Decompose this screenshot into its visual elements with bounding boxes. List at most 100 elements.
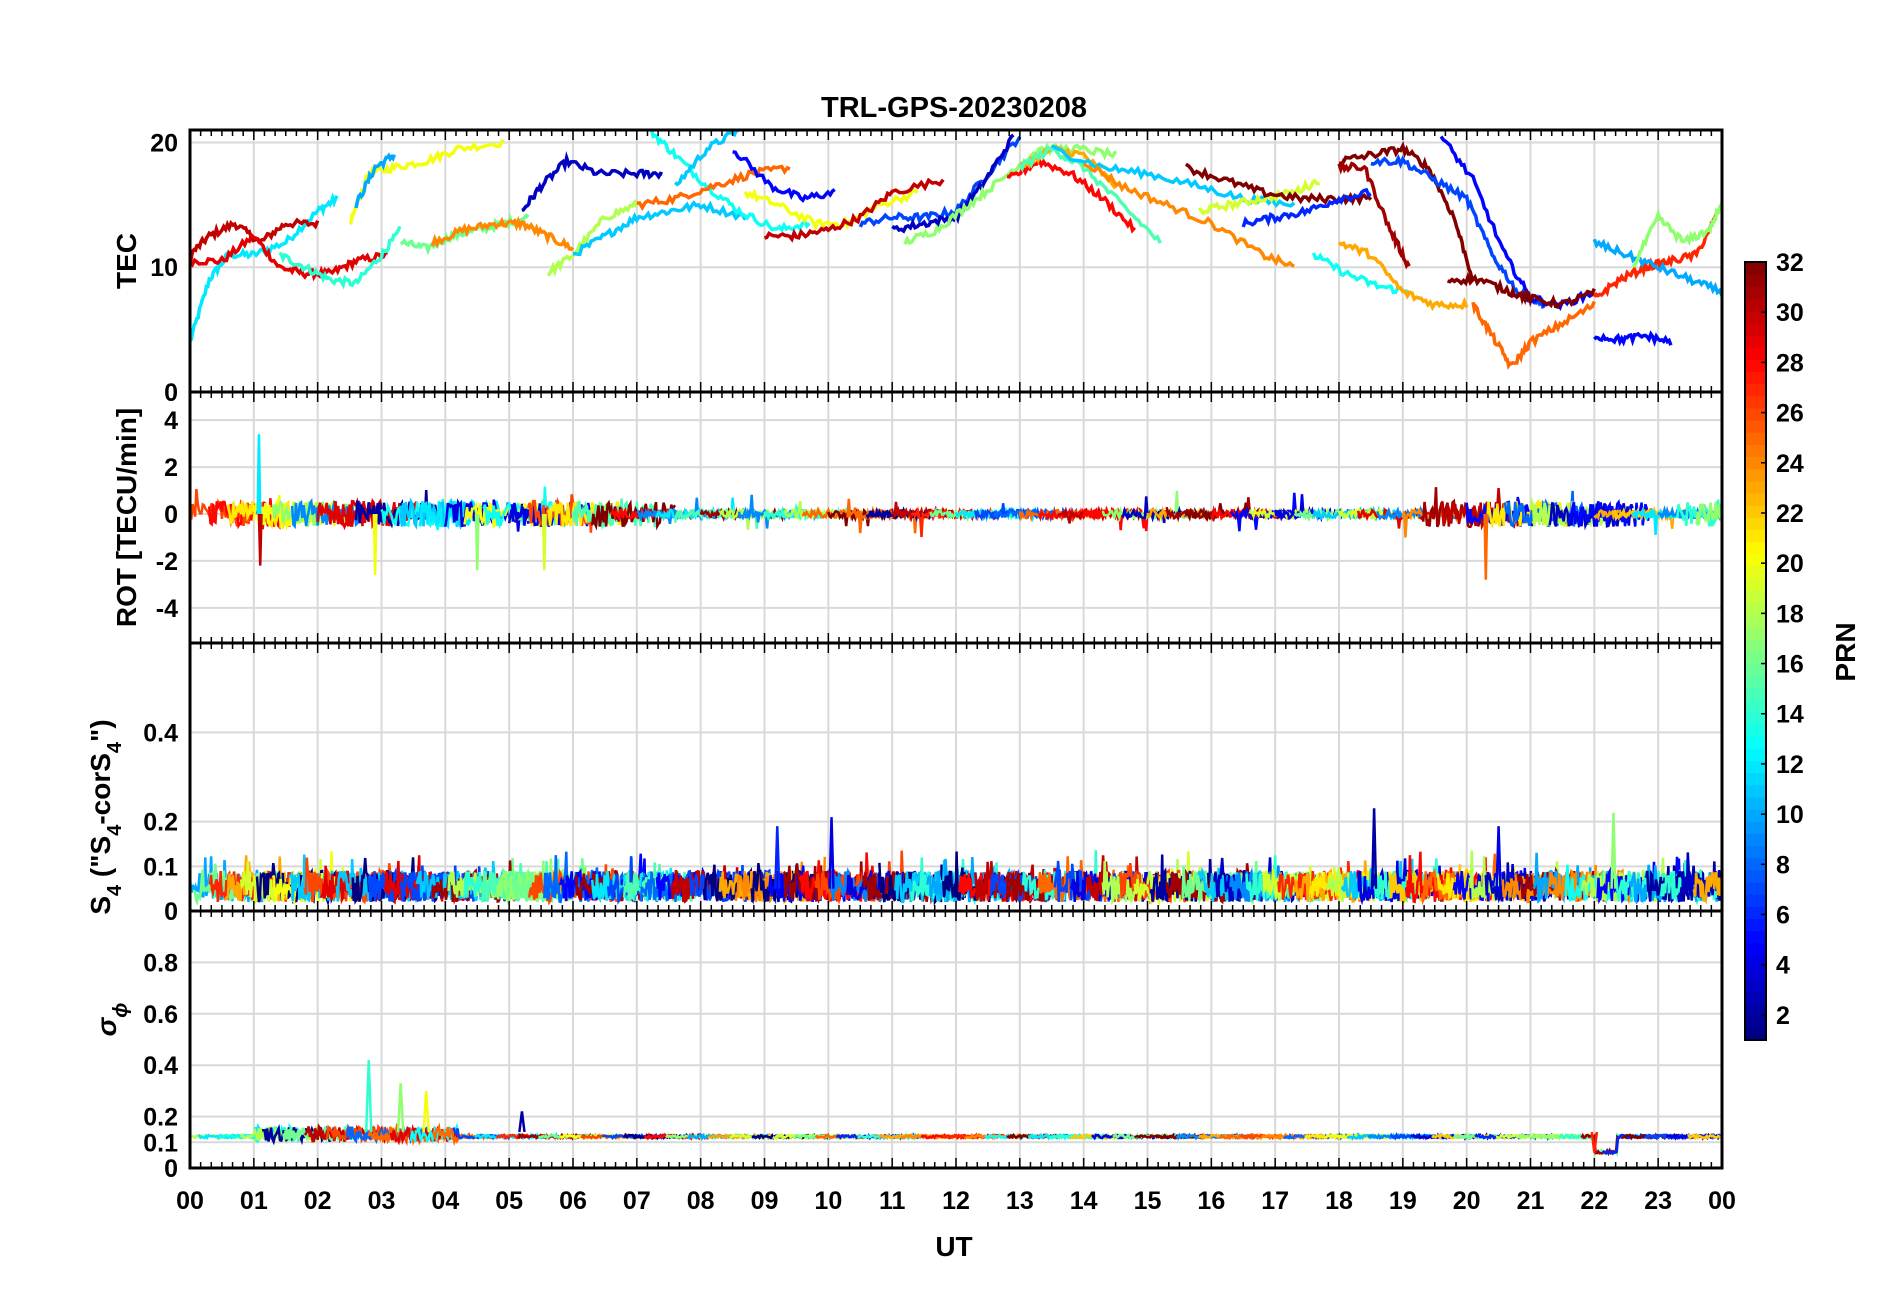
colorbar-segment xyxy=(1745,906,1766,920)
colorbar-segment xyxy=(1745,918,1766,932)
colorbar-tick-label: 2 xyxy=(1776,1002,1790,1030)
x-tick-label: 23 xyxy=(1644,1187,1672,1215)
colorbar-segment xyxy=(1745,371,1766,385)
x-tick-label: 18 xyxy=(1325,1187,1353,1215)
colorbar-segment xyxy=(1745,869,1766,883)
colorbar-tick-label: 18 xyxy=(1776,600,1804,628)
y-tick-label: 0 xyxy=(164,501,178,529)
x-axis-label: UT xyxy=(935,1231,972,1262)
colorbar-segment xyxy=(1745,881,1766,895)
colorbar-segment xyxy=(1745,651,1766,664)
colorbar-segment xyxy=(1745,262,1766,275)
colorbar-segment xyxy=(1745,1027,1766,1041)
x-tick-label: 13 xyxy=(1006,1187,1034,1215)
colorbar-segment xyxy=(1745,444,1766,458)
colorbar-segment xyxy=(1745,687,1766,701)
x-tick-label: 01 xyxy=(240,1187,268,1215)
colorbar-segment xyxy=(1745,322,1766,336)
colorbar-segment xyxy=(1745,274,1766,287)
colorbar-segment xyxy=(1745,614,1766,628)
colorbar-segment xyxy=(1745,407,1766,421)
colorbar-tick-label: 10 xyxy=(1776,801,1804,829)
colorbar-segment xyxy=(1745,347,1766,360)
colorbar-tick-label: 16 xyxy=(1776,651,1804,679)
y-axis-label-rot: ROT [TECU/min] xyxy=(111,408,142,627)
colorbar-segment xyxy=(1745,359,1766,373)
colorbar-segment xyxy=(1745,967,1766,980)
rot-spike xyxy=(541,513,547,571)
colorbar-tick-label: 6 xyxy=(1776,902,1790,930)
colorbar-tick-label: 22 xyxy=(1776,500,1804,528)
y-tick-label: 10 xyxy=(150,254,178,282)
colorbar-tick-label: 26 xyxy=(1776,400,1804,428)
figure-title: TRL-GPS-20230208 xyxy=(821,92,1087,124)
x-tick-label: 12 xyxy=(942,1187,970,1215)
y-tick-label: -2 xyxy=(156,548,178,576)
colorbar-segment xyxy=(1745,723,1766,737)
colorbar-segment xyxy=(1745,954,1766,968)
colorbar-segment xyxy=(1745,541,1766,555)
x-tick-label: 22 xyxy=(1580,1187,1608,1215)
colorbar-segment xyxy=(1745,590,1766,603)
x-tick-label: 20 xyxy=(1453,1187,1481,1215)
colorbar-segment xyxy=(1745,383,1766,397)
x-tick-label: 17 xyxy=(1261,1187,1289,1215)
colorbar-segment xyxy=(1745,334,1766,348)
y-tick-label: 0.8 xyxy=(143,949,178,977)
colorbar-tick-label: 14 xyxy=(1776,701,1804,729)
y-tick-label: 0.2 xyxy=(143,809,178,837)
rot-spike xyxy=(1483,513,1489,580)
colorbar-segment xyxy=(1745,772,1766,786)
colorbar-segment xyxy=(1745,979,1766,992)
colorbar-tick-label: 4 xyxy=(1776,952,1790,980)
colorbar-tick-label: 24 xyxy=(1776,450,1804,478)
colorbar-segment xyxy=(1745,736,1766,749)
x-tick-label: 05 xyxy=(495,1187,523,1215)
y-tick-label: 0 xyxy=(164,898,178,926)
colorbar-segment xyxy=(1745,1015,1766,1029)
rot-spike xyxy=(372,513,378,575)
x-tick-label: 21 xyxy=(1517,1187,1545,1215)
y-tick-label: 0.1 xyxy=(143,853,178,881)
colorbar-segment xyxy=(1745,626,1766,640)
colorbar-segment xyxy=(1745,833,1766,847)
x-tick-label: 00 xyxy=(176,1187,204,1215)
y-tick-label: 20 xyxy=(150,129,178,157)
colorbar-tick-label: 12 xyxy=(1776,751,1804,779)
x-tick-label: 09 xyxy=(751,1187,779,1215)
colorbar-segment xyxy=(1745,991,1766,1005)
rot-spike xyxy=(474,513,480,571)
colorbar-segment xyxy=(1745,578,1766,591)
colorbar-segment xyxy=(1745,286,1766,300)
y-tick-label: 4 xyxy=(164,407,178,435)
colorbar-segment xyxy=(1745,930,1766,944)
colorbar-segment xyxy=(1745,553,1766,567)
colorbar-segment xyxy=(1745,845,1766,859)
x-tick-label: 08 xyxy=(687,1187,715,1215)
rot-spike xyxy=(257,513,263,566)
x-tick-label: 02 xyxy=(304,1187,332,1215)
colorbar-label: PRN xyxy=(1830,622,1861,681)
y-tick-label: 0.2 xyxy=(143,1104,178,1132)
colorbar-segment xyxy=(1745,821,1766,834)
y-tick-label: 2 xyxy=(164,454,178,482)
y-tick-label: 0.4 xyxy=(143,719,178,747)
y-axis-label-tec: TEC xyxy=(111,233,142,289)
colorbar-tick-label: 30 xyxy=(1776,299,1804,327)
x-tick-label: 11 xyxy=(879,1187,906,1215)
colorbar-segment xyxy=(1745,505,1766,518)
colorbar-tick-label: 32 xyxy=(1776,249,1804,277)
colorbar-segment xyxy=(1745,663,1766,676)
colorbar-segment xyxy=(1745,395,1766,409)
y-tick-label: 0.4 xyxy=(143,1052,178,1080)
colorbar-segment xyxy=(1745,638,1766,652)
y-tick-label: 0 xyxy=(164,379,178,407)
colorbar-segment xyxy=(1745,480,1766,494)
colorbar-segment xyxy=(1745,809,1766,822)
colorbar-segment xyxy=(1745,468,1766,482)
colorbar-segment xyxy=(1745,565,1766,579)
x-tick-label: 07 xyxy=(623,1187,651,1215)
rot-spike xyxy=(256,434,262,515)
colorbar-segment xyxy=(1745,517,1766,531)
x-tick-label: 16 xyxy=(1197,1187,1225,1215)
